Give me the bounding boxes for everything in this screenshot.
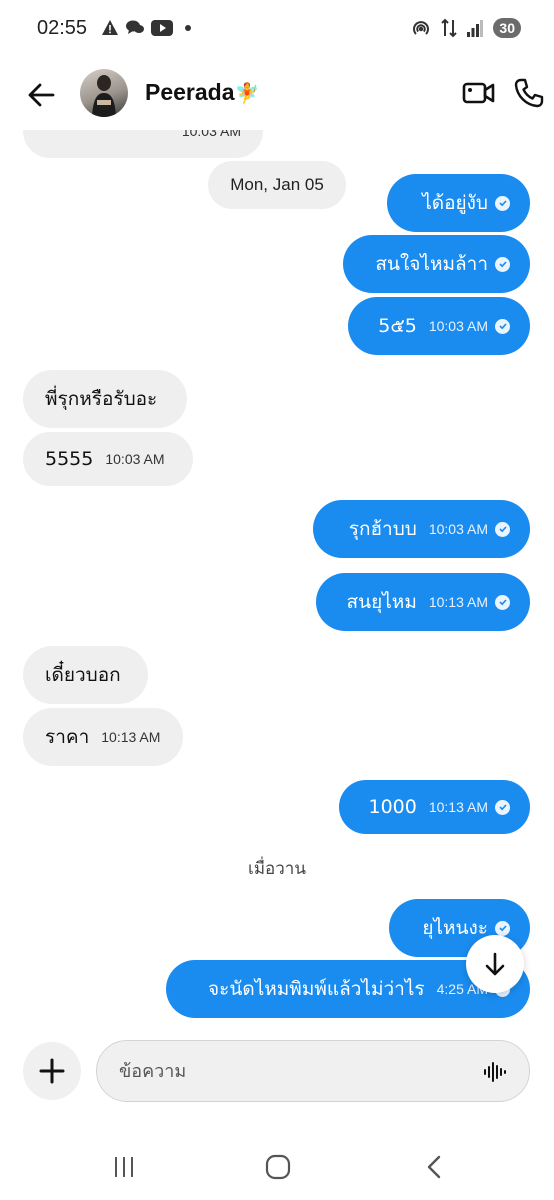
contact-avatar[interactable] [80,69,128,117]
message-composer [0,1030,554,1120]
recent-apps-icon [115,1157,133,1177]
date-separator: Mon, Jan 05 [208,161,346,209]
back-arrow-icon [28,83,55,107]
fairy-emoji: 🧚 [234,83,260,105]
read-check-icon [495,318,510,334]
phone-icon [514,78,544,108]
message-text: จะนัดไหมพิมพ์แล้วไม่ว่าไร [208,978,425,1000]
message-text: พี่รุกหรือรับอะ [45,388,158,410]
contact-name-text: Peerada [145,79,235,105]
voice-waveform-icon[interactable] [483,1060,507,1084]
message-text: ราคา [45,726,90,748]
back-nav-button[interactable] [414,1152,454,1182]
avatar-image [92,75,116,117]
message-text: รุกฮ้าบบ [348,518,417,540]
message-text: สนใจไหมล้าา [375,253,488,275]
voice-call-button[interactable] [513,77,545,109]
video-camera-icon [462,82,495,104]
message-text: ยุไหนงะ [422,917,488,939]
video-call-button[interactable] [462,78,496,108]
read-check-icon [495,521,510,537]
message-text: เดี๋ยวบอก [45,664,121,686]
message-bubble-outgoing[interactable]: สนใจไหมล้าา [343,235,530,293]
read-check-icon [495,594,510,610]
message-list[interactable]: 10:03 AM Mon, Jan 05 ได้อยู่งับ สนใจไหมล… [0,0,554,1030]
message-time: 10:13 AM [428,594,488,610]
read-check-icon [495,920,510,936]
plus-icon [39,1058,65,1084]
message-bubble-incoming[interactable]: 5555 10:03 AM [23,432,193,486]
message-field[interactable] [96,1040,530,1102]
message-bubble-outgoing[interactable]: 5๕5 10:03 AM [348,297,530,355]
message-text: 5555 [45,448,94,470]
back-button[interactable] [26,80,56,110]
message-time: 10:03 AM [428,318,488,334]
message-bubble-incoming[interactable]: พี่รุกหรือรับอะ [23,370,187,428]
message-bubble-outgoing[interactable]: รุกฮ้าบบ 10:03 AM [313,500,530,558]
message-text: 5๕5 [378,315,417,337]
recent-apps-button[interactable] [104,1152,144,1182]
back-chevron-icon [427,1155,441,1179]
day-separator: เมื่อวาน [248,859,306,879]
system-navigation-bar [0,1140,554,1200]
message-bubble-outgoing[interactable]: ได้อยู่งับ [387,174,530,232]
message-time: 10:13 AM [101,729,161,745]
message-text: 1000 [368,796,417,818]
message-time: 10:13 AM [428,799,488,815]
message-time: 10:03 AM [105,451,165,467]
arrow-down-icon [485,952,505,976]
message-text: สนยุไหม [346,591,417,613]
message-text: ได้อยู่งับ [422,192,488,214]
home-icon [265,1154,291,1180]
contact-name[interactable]: Peerada🧚 [145,79,259,106]
message-bubble-incoming[interactable]: ราคา 10:13 AM [23,708,183,766]
message-time: 10:03 AM [428,521,488,537]
message-bubble-incoming[interactable]: เดี๋ยวบอก [23,646,148,704]
read-check-icon [495,256,510,272]
message-input[interactable] [119,1041,479,1101]
chat-header: Peerada🧚 [0,62,554,130]
scroll-to-bottom-button[interactable] [466,935,524,993]
message-bubble-outgoing[interactable]: สนยุไหม 10:13 AM [316,573,530,631]
add-attachment-button[interactable] [23,1042,81,1100]
read-check-icon [495,799,510,815]
message-bubble-outgoing[interactable]: 1000 10:13 AM [339,780,530,834]
read-check-icon [495,195,510,211]
home-button[interactable] [258,1152,298,1182]
